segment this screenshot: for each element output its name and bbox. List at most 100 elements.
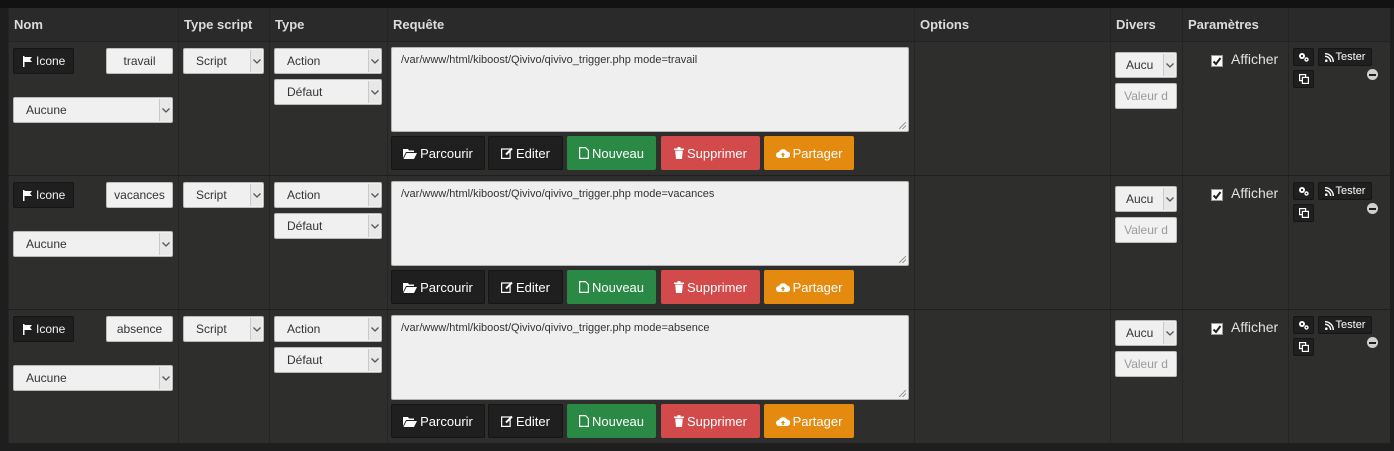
partager-button[interactable]: Partager <box>764 270 854 304</box>
afficher-checkbox[interactable] <box>1211 323 1223 335</box>
icon-select-value: Aucune <box>26 237 67 251</box>
divers-select-value: Aucu <box>1126 58 1154 72</box>
advanced-config-button[interactable] <box>1293 316 1314 334</box>
request-textarea[interactable]: /var/www/html/kiboost/Qivivo/qivivo_trig… <box>391 181 909 266</box>
subtype-value: Défaut <box>287 219 323 233</box>
command-name-input[interactable]: vacances <box>106 182 173 208</box>
subtype-select[interactable]: Défaut <box>274 347 382 373</box>
icon-button[interactable]: Icone <box>13 48 74 74</box>
type-script-value: Script <box>196 188 227 202</box>
cell-type-script: Script <box>178 309 270 444</box>
duplicate-button[interactable] <box>1293 338 1314 356</box>
top-bar <box>0 0 1394 8</box>
advanced-config-button[interactable] <box>1293 48 1314 66</box>
command-name-input[interactable]: travail <box>106 48 173 74</box>
type-script-select[interactable]: Script <box>183 182 264 208</box>
parcourir-button[interactable]: Parcourir <box>391 136 485 170</box>
divers-select[interactable]: Aucu <box>1115 186 1177 212</box>
type-select[interactable]: Action <box>274 48 382 74</box>
type-script-select[interactable]: Script <box>183 316 264 342</box>
header-parametres: Paramètres <box>1182 8 1289 42</box>
afficher-checkbox[interactable] <box>1211 55 1223 67</box>
folder-open-icon <box>403 416 418 427</box>
cell-options <box>914 41 1111 176</box>
afficher-label: Afficher <box>1231 51 1279 67</box>
tester-button[interactable]: Tester <box>1318 316 1372 334</box>
trash-icon <box>674 147 685 159</box>
subtype-value: Défaut <box>287 353 323 367</box>
nouveau-label: Nouveau <box>591 413 645 429</box>
copy-icon <box>1298 208 1309 218</box>
chevron-down-icon <box>159 99 171 121</box>
icon-select[interactable]: Aucune <box>13 365 173 391</box>
partager-button[interactable]: Partager <box>764 404 854 438</box>
tester-label: Tester <box>1335 51 1366 63</box>
rss-icon <box>1324 320 1334 330</box>
cell-type-script: Script <box>178 175 270 310</box>
duplicate-button[interactable] <box>1293 204 1314 222</box>
remove-command-icon[interactable] <box>1367 69 1378 80</box>
type-script-select[interactable]: Script <box>183 48 264 74</box>
resize-handle-icon[interactable] <box>899 256 906 263</box>
divers-select[interactable]: Aucu <box>1115 320 1177 346</box>
editer-button[interactable]: Editer <box>488 136 563 170</box>
supprimer-button[interactable]: Supprimer <box>661 404 760 438</box>
icon-select[interactable]: Aucune <box>13 97 173 123</box>
partager-button[interactable]: Partager <box>764 136 854 170</box>
cell-actions: Tester <box>1288 41 1390 176</box>
type-select[interactable]: Action <box>274 182 382 208</box>
file-icon <box>578 281 589 293</box>
duplicate-button[interactable] <box>1293 70 1314 88</box>
header-options: Options <box>914 8 1111 42</box>
resize-handle-icon[interactable] <box>899 122 906 129</box>
divers-select[interactable]: Aucu <box>1115 52 1177 78</box>
edit-icon <box>501 147 513 159</box>
supprimer-button[interactable]: Supprimer <box>661 270 760 304</box>
checkmark-icon <box>1212 190 1222 200</box>
cell-options <box>914 309 1111 444</box>
header-actions <box>1288 8 1390 42</box>
divers-select-value: Aucu <box>1126 192 1154 206</box>
advanced-config-button[interactable] <box>1293 182 1314 200</box>
divers-value-input[interactable]: Valeur d <box>1115 83 1177 109</box>
chevron-down-icon <box>368 349 380 371</box>
editer-button[interactable]: Editer <box>488 270 563 304</box>
cell-nom: Icone travail Aucune <box>8 41 179 176</box>
icon-button-label: Icone <box>36 188 66 202</box>
cell-type-script: Script <box>178 41 270 176</box>
icon-button-label: Icone <box>36 54 66 68</box>
chevron-down-icon <box>250 318 262 340</box>
supprimer-button[interactable]: Supprimer <box>661 136 760 170</box>
afficher-checkbox[interactable] <box>1211 189 1223 201</box>
editer-label: Editer <box>516 145 550 161</box>
nouveau-button[interactable]: Nouveau <box>567 136 656 170</box>
chevron-down-icon <box>1163 322 1175 344</box>
icon-button[interactable]: Icone <box>13 182 74 208</box>
subtype-select[interactable]: Défaut <box>274 79 382 105</box>
command-name-input[interactable]: absence <box>106 316 173 342</box>
divers-value-input[interactable]: Valeur d <box>1115 351 1177 377</box>
nouveau-button[interactable]: Nouveau <box>567 270 656 304</box>
type-select[interactable]: Action <box>274 316 382 342</box>
icon-button[interactable]: Icone <box>13 316 74 342</box>
divers-value-input[interactable]: Valeur d <box>1115 217 1177 243</box>
partager-label: Partager <box>792 279 843 295</box>
parcourir-button[interactable]: Parcourir <box>391 404 485 438</box>
remove-command-icon[interactable] <box>1367 337 1378 348</box>
parcourir-button[interactable]: Parcourir <box>391 270 485 304</box>
subtype-select[interactable]: Défaut <box>274 213 382 239</box>
request-text: /var/www/html/kiboost/Qivivo/qivivo_trig… <box>401 188 715 200</box>
icon-select[interactable]: Aucune <box>13 231 173 257</box>
request-textarea[interactable]: /var/www/html/kiboost/Qivivo/qivivo_trig… <box>391 47 909 132</box>
copy-icon <box>1298 342 1309 352</box>
cell-divers: Aucu Valeur d <box>1110 175 1183 310</box>
tester-button[interactable]: Tester <box>1318 182 1372 200</box>
tester-button[interactable]: Tester <box>1318 48 1372 66</box>
editer-button[interactable]: Editer <box>488 404 563 438</box>
nouveau-button[interactable]: Nouveau <box>567 404 656 438</box>
resize-handle-icon[interactable] <box>899 390 906 397</box>
remove-command-icon[interactable] <box>1367 203 1378 214</box>
request-textarea[interactable]: /var/www/html/kiboost/Qivivo/qivivo_trig… <box>391 315 909 400</box>
chevron-down-icon <box>368 318 380 340</box>
type-script-value: Script <box>196 54 227 68</box>
